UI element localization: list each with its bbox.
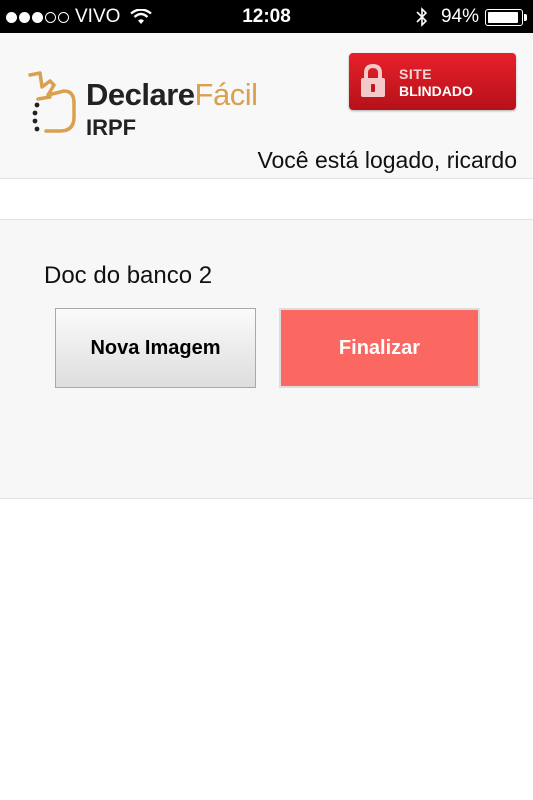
- brand-name-part2: Fácil: [194, 77, 258, 112]
- finish-button[interactable]: Finalizar: [279, 308, 480, 388]
- bluetooth-icon: [416, 7, 428, 27]
- lock-icon: [361, 63, 385, 97]
- app-header: DeclareFácil IRPF SITE BLINDADO Você est…: [0, 33, 533, 179]
- seal-line-1: SITE: [399, 66, 433, 82]
- battery-tip: [524, 13, 527, 21]
- brand-name: DeclareFácil: [86, 77, 258, 113]
- document-title: Doc do banco 2: [44, 262, 213, 289]
- new-image-button[interactable]: Nova Imagem: [55, 308, 256, 388]
- status-bar: VIVO 12:08 94%: [0, 0, 533, 33]
- brand-subtitle: IRPF: [86, 115, 137, 140]
- document-card: Doc do banco 2 Nova Imagem Finalizar: [0, 219, 533, 499]
- battery-fill: [488, 11, 519, 23]
- thumbs-up-icon: [28, 71, 76, 133]
- seal-line-2: BLINDADO: [399, 83, 473, 99]
- site-blindado-seal[interactable]: SITE BLINDADO: [349, 53, 516, 110]
- logged-in-status: Você está logado, ricardo: [257, 147, 517, 173]
- status-right: 94%: [415, 6, 527, 28]
- brand-name-part1: Declare: [86, 77, 195, 112]
- battery-icon: [485, 8, 527, 26]
- declarefacil-logo: DeclareFácil IRPF: [20, 69, 260, 169]
- battery-percent: 94%: [440, 6, 479, 27]
